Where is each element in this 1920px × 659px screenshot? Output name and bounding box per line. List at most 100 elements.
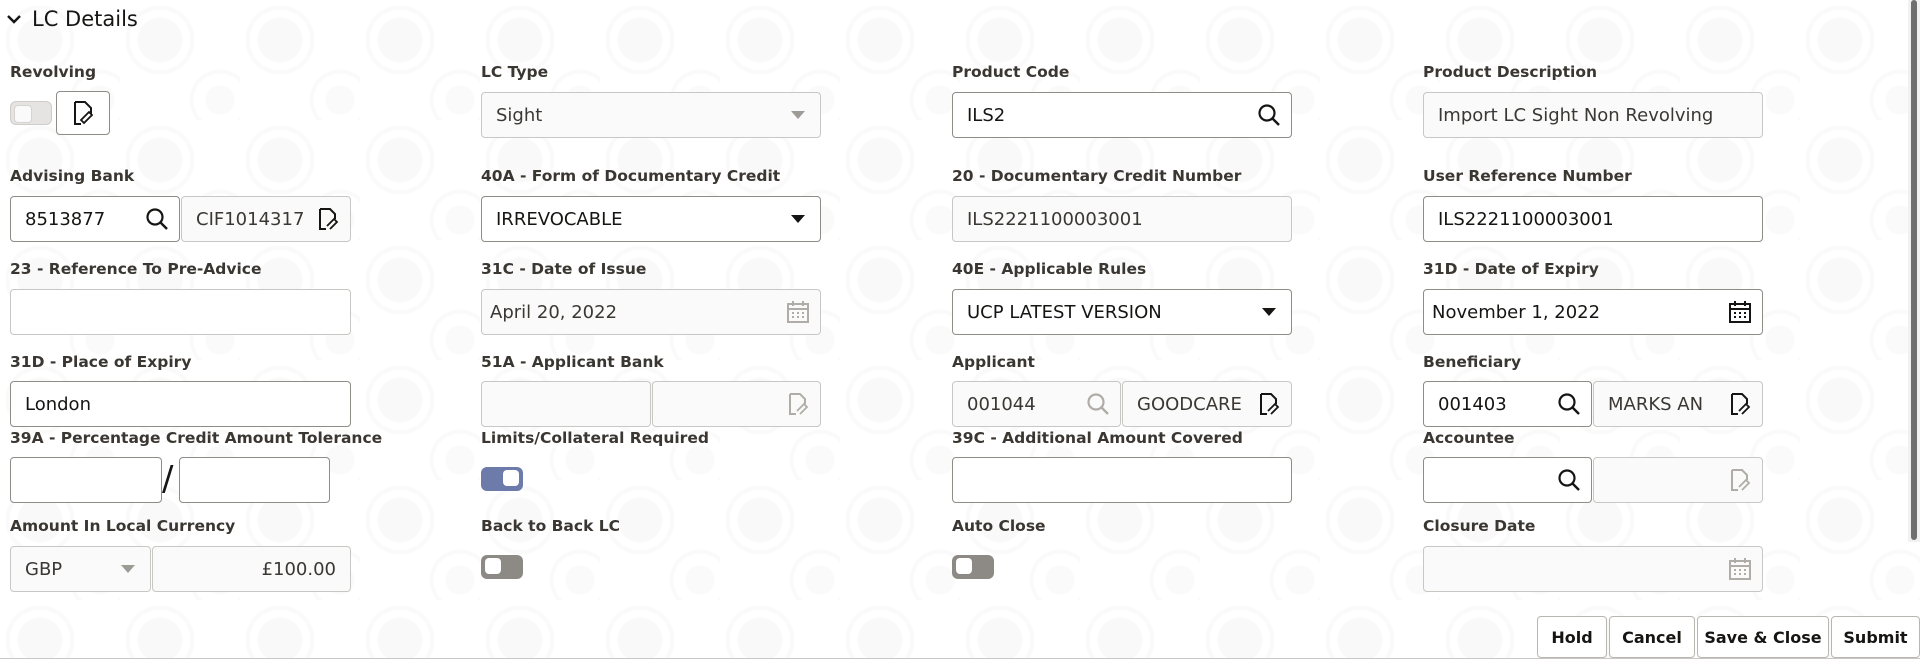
document-edit-icon[interactable] [1718, 382, 1762, 426]
applicant-name-value: GOODCARE [1137, 393, 1242, 415]
save-close-button[interactable]: Save & Close [1697, 616, 1829, 658]
accountee-input[interactable] [1423, 457, 1592, 503]
vertical-scrollbar[interactable] [1908, 0, 1920, 542]
closure-date-label: Closure Date [1423, 517, 1536, 535]
caret-down-icon [776, 197, 820, 241]
beneficiary-name-value: MARKS AN [1608, 393, 1704, 415]
closure-date-field [1423, 546, 1763, 592]
hold-button[interactable]: Hold [1537, 616, 1607, 658]
document-edit-icon[interactable] [306, 197, 350, 241]
revolving-toggle[interactable] [10, 101, 52, 125]
product-description-label: Product Description [1423, 63, 1598, 81]
date-of-expiry-input[interactable]: November 1, 2022 [1423, 289, 1763, 335]
applicable-rules-value: UCP LATEST VERSION [967, 301, 1162, 323]
revolving-details-button[interactable] [56, 91, 110, 135]
applicable-rules-label: 40E - Applicable Rules [952, 260, 1147, 278]
section-title: LC Details [32, 7, 138, 31]
advising-bank-id-field: CIF1014317 [181, 196, 351, 242]
cancel-button[interactable]: Cancel [1609, 616, 1695, 658]
reference-pre-advice-label: 23 - Reference To Pre-Advice [10, 260, 262, 278]
section-header[interactable]: LC Details [4, 0, 138, 38]
revolving-label: Revolving [10, 63, 97, 81]
advising-bank-id-value: CIF1014317 [196, 208, 305, 230]
beneficiary-name-field: MARKS AN [1593, 381, 1763, 427]
date-of-expiry-label: 31D - Date of Expiry [1423, 260, 1599, 278]
date-of-issue-field: April 20, 2022 [481, 289, 821, 335]
date-of-issue-value: April 20, 2022 [490, 301, 618, 323]
caret-down-icon [1247, 290, 1291, 334]
auto-close-label: Auto Close [952, 517, 1046, 535]
applicable-rules-select[interactable]: UCP LATEST VERSION [952, 289, 1292, 335]
search-icon [1076, 382, 1120, 426]
place-of-expiry-input[interactable]: London [10, 381, 351, 427]
tolerance-separator: / [162, 459, 174, 499]
product-description-field: Import LC Sight Non Revolving [1423, 92, 1763, 138]
search-icon[interactable] [1247, 93, 1291, 137]
chevron-down-icon [7, 15, 21, 24]
amount-value: £100.00 [261, 558, 336, 580]
scrollbar-thumb[interactable] [1911, 0, 1917, 540]
accountee-label: Accountee [1423, 429, 1515, 447]
auto-close-toggle[interactable] [952, 555, 994, 579]
accountee-name-field [1593, 457, 1763, 503]
user-reference-number-value: ILS2221100003001 [1438, 208, 1614, 230]
date-of-expiry-value: November 1, 2022 [1432, 301, 1601, 323]
applicant-bank-name-field [652, 381, 821, 427]
calendar-icon [1718, 547, 1762, 591]
form-of-credit-value: IRREVOCABLE [496, 208, 623, 230]
submit-button[interactable]: Submit [1831, 616, 1920, 658]
calendar-icon [776, 290, 820, 334]
applicant-value: 001044 [967, 393, 1036, 415]
caret-down-icon [776, 93, 820, 137]
back-to-back-toggle[interactable] [481, 555, 523, 579]
lc-type-select[interactable]: Sight [481, 92, 821, 138]
search-icon[interactable] [1547, 382, 1591, 426]
document-edit-icon[interactable] [1247, 382, 1291, 426]
amount-local-currency-label: Amount In Local Currency [10, 517, 236, 535]
product-description-value: Import LC Sight Non Revolving [1438, 104, 1714, 126]
calendar-icon[interactable] [1718, 290, 1762, 334]
document-edit-icon [1718, 458, 1762, 502]
pct-tolerance-label: 39A - Percentage Credit Amount Tolerance [10, 429, 383, 447]
product-code-value: ILS2 [967, 104, 1006, 126]
limits-required-label: Limits/Collateral Required [481, 429, 709, 447]
place-of-expiry-label: 31D - Place of Expiry [10, 353, 192, 371]
currency-value: GBP [25, 558, 63, 580]
search-icon[interactable] [135, 197, 179, 241]
document-edit-icon [776, 382, 820, 426]
advising-bank-value: 8513877 [25, 208, 106, 230]
lc-type-label: LC Type [481, 63, 549, 81]
pct-tolerance-minus-input[interactable] [179, 457, 330, 503]
beneficiary-value: 001403 [1438, 393, 1507, 415]
beneficiary-input[interactable]: 001403 [1423, 381, 1592, 427]
back-to-back-label: Back to Back LC [481, 517, 621, 535]
applicant-name-field: GOODCARE [1122, 381, 1292, 427]
form-of-credit-select[interactable]: IRREVOCABLE [481, 196, 821, 242]
applicant-bank-field [481, 381, 651, 427]
user-reference-number-input[interactable]: ILS2221100003001 [1423, 196, 1763, 242]
amount-field: £100.00 [152, 546, 351, 592]
applicant-bank-label: 51A - Applicant Bank [481, 353, 664, 371]
documentary-credit-number-value: ILS2221100003001 [967, 208, 1143, 230]
reference-pre-advice-input[interactable] [10, 289, 351, 335]
pct-tolerance-plus-input[interactable] [10, 457, 162, 503]
beneficiary-label: Beneficiary [1423, 353, 1522, 371]
search-icon[interactable] [1547, 458, 1591, 502]
place-of-expiry-value: London [25, 393, 91, 415]
user-reference-number-label: User Reference Number [1423, 167, 1632, 185]
form-of-credit-label: 40A - Form of Documentary Credit [481, 167, 781, 185]
advising-bank-input[interactable]: 8513877 [10, 196, 180, 242]
additional-amount-label: 39C - Additional Amount Covered [952, 429, 1243, 447]
additional-amount-input[interactable] [952, 457, 1292, 503]
product-code-label: Product Code [952, 63, 1070, 81]
limits-required-toggle[interactable] [481, 467, 523, 491]
advising-bank-label: Advising Bank [10, 167, 135, 185]
document-edit-icon [74, 101, 94, 125]
product-code-input[interactable]: ILS2 [952, 92, 1292, 138]
documentary-credit-number-field: ILS2221100003001 [952, 196, 1292, 242]
applicant-label: Applicant [952, 353, 1035, 371]
caret-down-icon [106, 547, 150, 591]
applicant-field: 001044 [952, 381, 1121, 427]
currency-select: GBP [10, 546, 151, 592]
date-of-issue-label: 31C - Date of Issue [481, 260, 647, 278]
